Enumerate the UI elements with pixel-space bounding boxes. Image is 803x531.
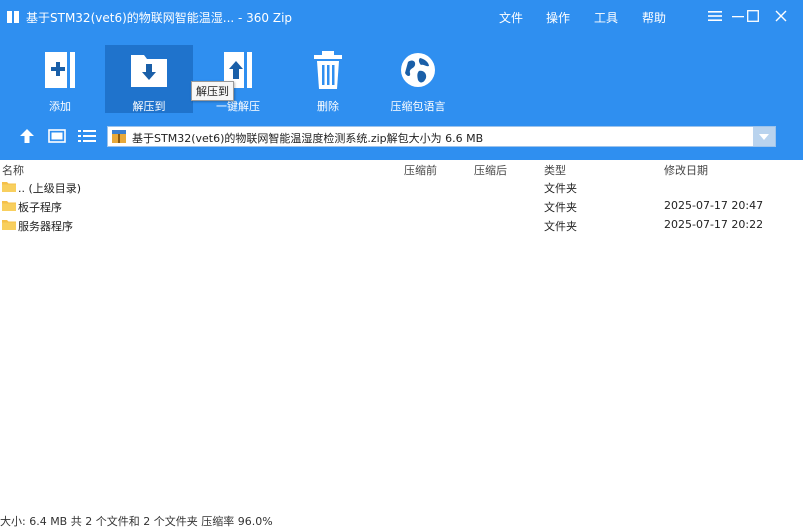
row-type: 文件夹 <box>544 201 577 214</box>
languages-button[interactable]: 压缩包语言 <box>374 45 462 113</box>
row-modified: 2025-07-17 20:47 <box>664 199 764 212</box>
address-dropdown-button[interactable] <box>753 127 775 146</box>
list-view-icon[interactable] <box>76 126 98 146</box>
column-header-type[interactable]: 类型 <box>544 162 566 178</box>
app-logo-icon <box>7 11 19 23</box>
maximize-icon[interactable] <box>740 4 766 28</box>
extract-to-label: 解压到 <box>132 100 166 113</box>
folder-icon <box>2 201 16 211</box>
delete-button[interactable]: 删除 <box>284 45 372 113</box>
column-header-after[interactable]: 压缩后 <box>474 162 507 178</box>
thumbnail-view-icon[interactable] <box>46 126 68 146</box>
row-type: 文件夹 <box>544 182 577 195</box>
extract-folder-icon <box>131 55 167 87</box>
row-modified: 2025-07-17 20:22 <box>664 218 764 231</box>
column-header-modified[interactable]: 修改日期 <box>664 162 708 178</box>
menu-tools[interactable]: 工具 <box>594 9 618 26</box>
one-click-extract-button[interactable]: 一键解压 <box>194 45 282 113</box>
trash-icon <box>314 51 342 89</box>
tooltip: 解压到 <box>191 81 234 101</box>
languages-label: 压缩包语言 <box>390 100 446 113</box>
add-label: 添加 <box>49 100 71 113</box>
zip-file-icon <box>112 130 126 143</box>
chevron-down-icon <box>759 133 769 140</box>
table-row[interactable]: 板子程序 文件夹 2025-07-17 20:47 <box>0 197 803 216</box>
menu-help[interactable]: 帮助 <box>642 9 666 26</box>
row-type: 文件夹 <box>544 220 577 233</box>
folder-icon <box>2 220 16 230</box>
column-header-before[interactable]: 压缩前 <box>404 162 437 178</box>
column-header-name[interactable]: 名称 <box>2 162 24 178</box>
close-icon[interactable] <box>768 4 794 28</box>
top-bar: 基于STM32(vet6)的物联网智能温湿... - 360 Zip 文件 操作… <box>0 0 803 160</box>
address-path: 基于STM32(vet6)的物联网智能温湿度检测系统.zip解包大小为 6.6 … <box>132 132 484 145</box>
menu-file[interactable]: 文件 <box>499 9 523 26</box>
row-name: .. (上级目录) <box>18 182 82 195</box>
row-name: 板子程序 <box>18 201 62 214</box>
folder-icon <box>2 182 16 192</box>
delete-label: 删除 <box>317 100 339 113</box>
add-button[interactable]: 添加 <box>16 45 104 113</box>
menu-operate[interactable]: 操作 <box>546 9 570 26</box>
window-title: 基于STM32(vet6)的物联网智能温湿... - 360 Zip <box>26 11 293 25</box>
extract-to-button[interactable]: 解压到 <box>105 45 193 113</box>
status-bar: 大小: 6.4 MB 共 2 个文件和 2 个文件夹 压缩率 96.0% <box>0 515 273 528</box>
address-bar[interactable]: 基于STM32(vet6)的物联网智能温湿度检测系统.zip解包大小为 6.6 … <box>107 126 776 147</box>
globe-icon <box>401 53 435 87</box>
add-icon <box>45 52 75 88</box>
row-name: 服务器程序 <box>18 220 73 233</box>
table-row[interactable]: .. (上级目录) 文件夹 <box>0 178 803 197</box>
up-arrow-icon[interactable] <box>16 126 38 146</box>
table-row[interactable]: 服务器程序 文件夹 2025-07-17 20:22 <box>0 216 803 235</box>
